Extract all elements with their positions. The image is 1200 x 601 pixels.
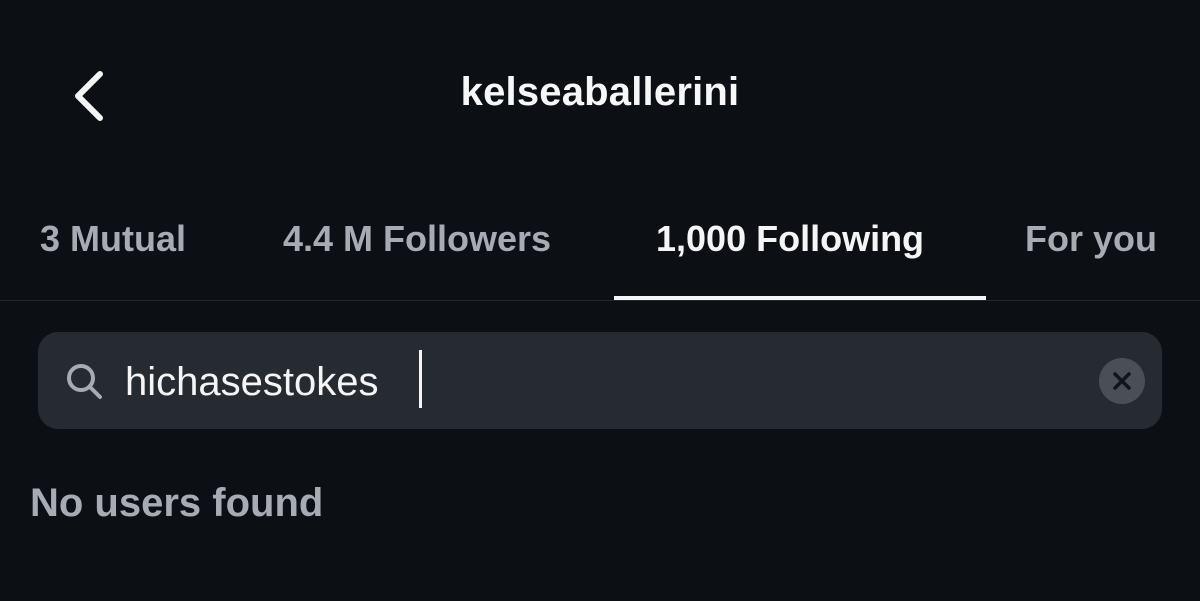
empty-state-message: No users found — [30, 481, 324, 525]
app-root: kelseaballerini 3 Mutual 4.4 M Followers… — [0, 0, 1200, 601]
page-title: kelseaballerini — [460, 70, 740, 114]
search-input[interactable] — [125, 356, 1065, 408]
tab-following[interactable]: 1,000 Following — [656, 218, 924, 300]
text-cursor — [419, 350, 422, 408]
tab-mutual[interactable]: 3 Mutual — [40, 218, 186, 300]
search-icon — [67, 364, 102, 399]
tab-for-you[interactable]: For you — [1025, 218, 1157, 300]
clear-search-button[interactable] — [1099, 358, 1145, 404]
header: kelseaballerini — [0, 0, 1200, 190]
clear-icon — [1113, 372, 1131, 390]
tab-divider — [0, 300, 1200, 301]
tab-bar: 3 Mutual 4.4 M Followers 1,000 Following… — [0, 190, 1200, 300]
tab-followers[interactable]: 4.4 M Followers — [283, 218, 551, 300]
